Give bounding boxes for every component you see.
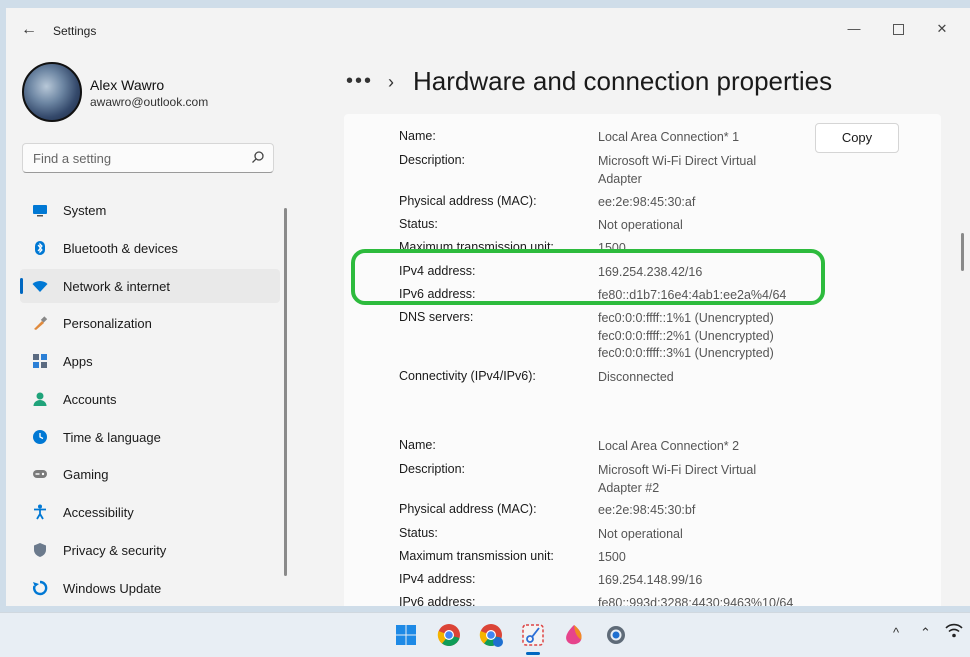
- sidebar-item-gaming[interactable]: Gaming: [20, 457, 280, 491]
- property-key: IPv4 address:: [399, 572, 476, 586]
- app-title: Settings: [53, 24, 97, 38]
- sidebar-item-label: Bluetooth & devices: [63, 240, 178, 256]
- properties-card: Name: Local Area Connection* 1 Description…: [344, 114, 941, 606]
- copy-button[interactable]: Copy: [815, 123, 899, 153]
- sidebar-item-label: Network & internet: [63, 278, 170, 294]
- avatar: [22, 62, 82, 122]
- minimize-button[interactable]: —: [834, 14, 874, 44]
- property-value[interactable]: Not operational: [598, 526, 798, 544]
- bluetooth-icon: [35, 240, 45, 255]
- content-scrollbar[interactable]: [961, 233, 964, 271]
- sidebar-item-time-language[interactable]: Time & language: [20, 420, 280, 454]
- globe-clock-icon: [33, 429, 47, 444]
- property-key: Status:: [399, 217, 438, 231]
- maximize-button[interactable]: [878, 14, 918, 44]
- taskbar: ^ ⌃: [0, 612, 970, 657]
- property-value[interactable]: 169.254.148.99/16: [598, 572, 798, 590]
- sidebar-item-accounts[interactable]: Accounts: [20, 382, 280, 416]
- chrome-profile-icon[interactable]: [478, 622, 504, 648]
- search-icon[interactable]: [251, 150, 265, 164]
- search-input[interactable]: Find a setting: [22, 143, 274, 173]
- edge-icon[interactable]: [561, 622, 587, 648]
- monitor-icon: [33, 205, 47, 217]
- breadcrumb-overflow-button[interactable]: •••: [346, 70, 373, 93]
- chrome-icon[interactable]: [436, 622, 462, 648]
- property-key: Maximum transmission unit:: [399, 549, 554, 563]
- maximize-icon: [892, 24, 904, 36]
- property-key: Connectivity (IPv4/IPv6):: [399, 369, 536, 383]
- snipping-tool-icon[interactable]: [520, 622, 546, 648]
- property-value[interactable]: Disconnected: [598, 369, 798, 387]
- sidebar-item-system[interactable]: System: [20, 193, 280, 227]
- sidebar-item-accessibility[interactable]: Accessibility: [20, 495, 280, 529]
- minimize-icon: —: [847, 21, 861, 36]
- property-key: Description:: [399, 462, 465, 476]
- sidebar-scrollbar[interactable]: [284, 208, 287, 576]
- sidebar-item-label: System: [63, 203, 107, 218]
- person-icon: [33, 392, 47, 406]
- search-placeholder: Find a setting: [33, 151, 112, 166]
- property-value[interactable]: ee:2e:98:45:30:af: [598, 194, 798, 212]
- gamepad-icon: [33, 470, 47, 479]
- property-value[interactable]: Microsoft Wi-Fi Direct Virtual Adapter #…: [598, 462, 798, 497]
- property-value[interactable]: Local Area Connection* 2: [598, 438, 798, 456]
- title-bar: ← Settings — ✕: [6, 8, 970, 52]
- update-icon: [32, 580, 48, 595]
- tray-up-icon[interactable]: ⌃: [920, 625, 931, 641]
- property-value[interactable]: 1500: [598, 549, 798, 567]
- ip-address-highlight: [351, 249, 825, 305]
- profile-name: Alex Wawro: [90, 77, 165, 93]
- apps-icon: [33, 354, 47, 368]
- wifi-icon[interactable]: [945, 623, 963, 639]
- property-key: Name:: [399, 129, 436, 143]
- sidebar-item-label: Personalization: [63, 316, 152, 332]
- property-value[interactable]: ee:2e:98:45:30:bf: [598, 502, 798, 520]
- windows-start-icon[interactable]: [393, 622, 419, 648]
- property-key: Physical address (MAC):: [399, 502, 537, 516]
- sidebar-item-label: Accounts: [63, 391, 117, 407]
- property-key: IPv6 address:: [399, 595, 476, 606]
- sidebar-item-windows-update[interactable]: Windows Update: [20, 571, 280, 605]
- tray-overflow-chevron[interactable]: ^: [893, 625, 899, 640]
- property-key: Description:: [399, 153, 465, 167]
- profile-email: awawro@outlook.com: [90, 95, 209, 109]
- settings-gear-icon[interactable]: [603, 622, 629, 648]
- page-title: Hardware and connection properties: [413, 66, 833, 96]
- active-app-indicator: [526, 652, 540, 655]
- sidebar-item-label: Gaming: [63, 467, 109, 483]
- brush-icon: [34, 316, 48, 331]
- property-key: Physical address (MAC):: [399, 194, 537, 208]
- accessibility-icon: [34, 504, 46, 520]
- sidebar-item-personalization[interactable]: Personalization: [20, 306, 280, 340]
- property-value[interactable]: Local Area Connection* 1: [598, 129, 798, 147]
- sidebar-item-network-internet[interactable]: Network & internet: [20, 268, 280, 303]
- sidebar-item-apps[interactable]: Apps: [20, 344, 280, 378]
- sidebar-item-privacy-security[interactable]: Privacy & security: [20, 533, 280, 567]
- property-value[interactable]: fe80::993d:3288:4430:9463%10/64: [598, 595, 798, 606]
- back-arrow-icon[interactable]: ←: [20, 21, 38, 39]
- wifi-icon: [32, 280, 48, 292]
- sidebar-item-label: Privacy & security: [63, 542, 167, 558]
- sidebar-item-label: Apps: [63, 354, 93, 369]
- property-value[interactable]: fec0:0:0:ffff::1%1 (Unencrypted) fec0:0:…: [598, 310, 798, 363]
- sidebar-item-label: Time & language: [63, 429, 161, 445]
- chevron-right-icon: ›: [388, 72, 394, 92]
- property-value[interactable]: Microsoft Wi-Fi Direct Virtual Adapter: [598, 153, 798, 188]
- settings-window: ← Settings — ✕ Alex Wawro awawro@outlook…: [6, 8, 970, 606]
- sidebar-item-label: Windows Update: [63, 580, 162, 596]
- sidebar-item-bluetooth-devices[interactable]: Bluetooth & devices: [20, 231, 280, 265]
- close-icon: ✕: [936, 21, 948, 36]
- property-value[interactable]: Not operational: [598, 217, 798, 235]
- property-key: Status:: [399, 526, 438, 540]
- active-indicator: [20, 277, 23, 294]
- sidebar-item-label: Accessibility: [63, 505, 134, 520]
- property-key: Name:: [399, 438, 436, 452]
- close-button[interactable]: ✕: [922, 14, 962, 44]
- shield-icon: [34, 542, 46, 557]
- property-key: DNS servers:: [399, 310, 474, 324]
- sidebar-nav: System Bluetooth & devices Network & inter…: [20, 193, 280, 606]
